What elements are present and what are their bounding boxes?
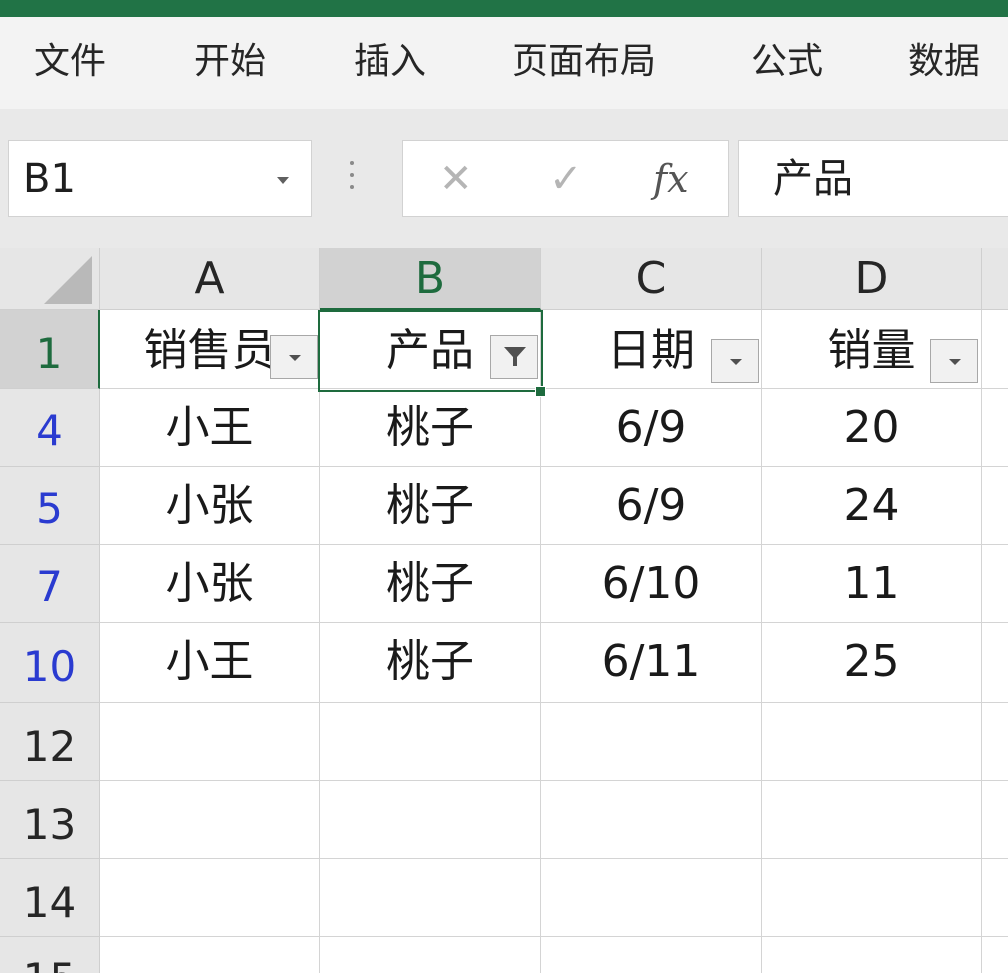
fill-handle[interactable] <box>535 386 546 397</box>
cell-b5[interactable]: 桃子 <box>320 467 541 545</box>
enter-icon[interactable]: ✓ <box>549 155 583 203</box>
header-label-date: 日期 <box>607 325 695 376</box>
cell-a12[interactable] <box>100 703 320 781</box>
tab-data[interactable]: 数据 <box>908 39 980 85</box>
row-header-10[interactable]: 10 <box>0 623 100 703</box>
chevron-down-icon <box>289 355 301 361</box>
cell-e5[interactable] <box>982 467 1008 545</box>
ribbon-tabs: 文件 开始 插入 页面布局 公式 数据 <box>0 17 1008 109</box>
cell-d12[interactable] <box>762 703 982 781</box>
title-bar <box>0 0 1008 17</box>
formula-content: 产品 <box>773 156 853 202</box>
cell-d5[interactable]: 24 <box>762 467 982 545</box>
filter-funnel-icon <box>504 347 526 366</box>
cell-e15[interactable] <box>982 937 1008 973</box>
cell-c7[interactable]: 6/10 <box>541 545 762 623</box>
cell-a5[interactable]: 小张 <box>100 467 320 545</box>
row-header-13[interactable]: 13 <box>0 781 100 859</box>
insert-function-icon[interactable]: fx <box>653 155 689 203</box>
row-header-1[interactable]: 1 <box>0 310 100 389</box>
chevron-down-icon <box>730 359 742 365</box>
cell-e13[interactable] <box>982 781 1008 859</box>
column-header-b[interactable]: B <box>320 248 541 310</box>
filter-active-button-b[interactable] <box>490 335 538 379</box>
chevron-down-icon <box>949 359 961 365</box>
cell-b13[interactable] <box>320 781 541 859</box>
row-header-12[interactable]: 12 <box>0 703 100 781</box>
cell-e10[interactable] <box>982 623 1008 703</box>
cell-b10[interactable]: 桃子 <box>320 623 541 703</box>
cell-c14[interactable] <box>541 859 762 937</box>
cell-e12[interactable] <box>982 703 1008 781</box>
cell-c4[interactable]: 6/9 <box>541 389 762 467</box>
cell-e1[interactable] <box>982 310 1008 389</box>
cell-a4[interactable]: 小王 <box>100 389 320 467</box>
row-header-4[interactable]: 4 <box>0 389 100 467</box>
cell-b7[interactable]: 桃子 <box>320 545 541 623</box>
cell-c5[interactable]: 6/9 <box>541 467 762 545</box>
cell-a7[interactable]: 小张 <box>100 545 320 623</box>
cell-d15[interactable] <box>762 937 982 973</box>
row-header-14[interactable]: 14 <box>0 859 100 937</box>
filter-dropdown-button-a[interactable] <box>270 335 318 379</box>
tab-home[interactable]: 开始 <box>194 39 266 85</box>
chevron-down-icon[interactable] <box>277 177 289 184</box>
row-header-7[interactable]: 7 <box>0 545 100 623</box>
cell-a13[interactable] <box>100 781 320 859</box>
tab-page-layout[interactable]: 页面布局 <box>512 39 656 85</box>
column-header-e[interactable] <box>982 248 1008 310</box>
grip-icon[interactable] <box>350 161 356 195</box>
column-header-a[interactable]: A <box>100 248 320 310</box>
cell-e7[interactable] <box>982 545 1008 623</box>
cancel-icon[interactable]: ✕ <box>439 155 473 203</box>
cell-c12[interactable] <box>541 703 762 781</box>
cell-b15[interactable] <box>320 937 541 973</box>
cell-b12[interactable] <box>320 703 541 781</box>
cell-d10[interactable]: 25 <box>762 623 982 703</box>
cell-d13[interactable] <box>762 781 982 859</box>
column-header-d[interactable]: D <box>762 248 982 310</box>
cell-d7[interactable]: 11 <box>762 545 982 623</box>
cell-c13[interactable] <box>541 781 762 859</box>
formula-bar: B1 ✕ ✓ fx 产品 <box>0 109 1008 248</box>
cell-b14[interactable] <box>320 859 541 937</box>
cell-a15[interactable] <box>100 937 320 973</box>
tab-insert[interactable]: 插入 <box>354 39 426 85</box>
tab-formulas[interactable]: 公式 <box>751 39 823 85</box>
select-all-button[interactable] <box>0 248 100 310</box>
filter-dropdown-button-c[interactable] <box>711 339 759 383</box>
name-box-value: B1 <box>23 156 76 202</box>
cell-d14[interactable] <box>762 859 982 937</box>
tab-file[interactable]: 文件 <box>34 39 106 85</box>
header-label-quantity: 销量 <box>827 325 916 376</box>
column-header-c[interactable]: C <box>541 248 762 310</box>
row-header-15[interactable]: 15 <box>0 937 100 973</box>
cell-a10[interactable]: 小王 <box>100 623 320 703</box>
formula-actions: ✕ ✓ fx <box>402 140 729 217</box>
cell-c15[interactable] <box>541 937 762 973</box>
filter-dropdown-button-d[interactable] <box>930 339 978 383</box>
header-label-product: 产品 <box>386 325 474 376</box>
worksheet-grid: A B C D 1 4 5 7 10 12 13 14 15 销售员 产品 日期… <box>0 248 1008 973</box>
cell-d4[interactable]: 20 <box>762 389 982 467</box>
row-header-5[interactable]: 5 <box>0 467 100 545</box>
formula-input[interactable]: 产品 <box>738 140 1008 217</box>
cell-a14[interactable] <box>100 859 320 937</box>
name-box[interactable]: B1 <box>8 140 312 217</box>
header-label-salesperson: 销售员 <box>143 325 276 376</box>
cell-e4[interactable] <box>982 389 1008 467</box>
cell-b4[interactable]: 桃子 <box>320 389 541 467</box>
cell-c10[interactable]: 6/11 <box>541 623 762 703</box>
cell-e14[interactable] <box>982 859 1008 937</box>
